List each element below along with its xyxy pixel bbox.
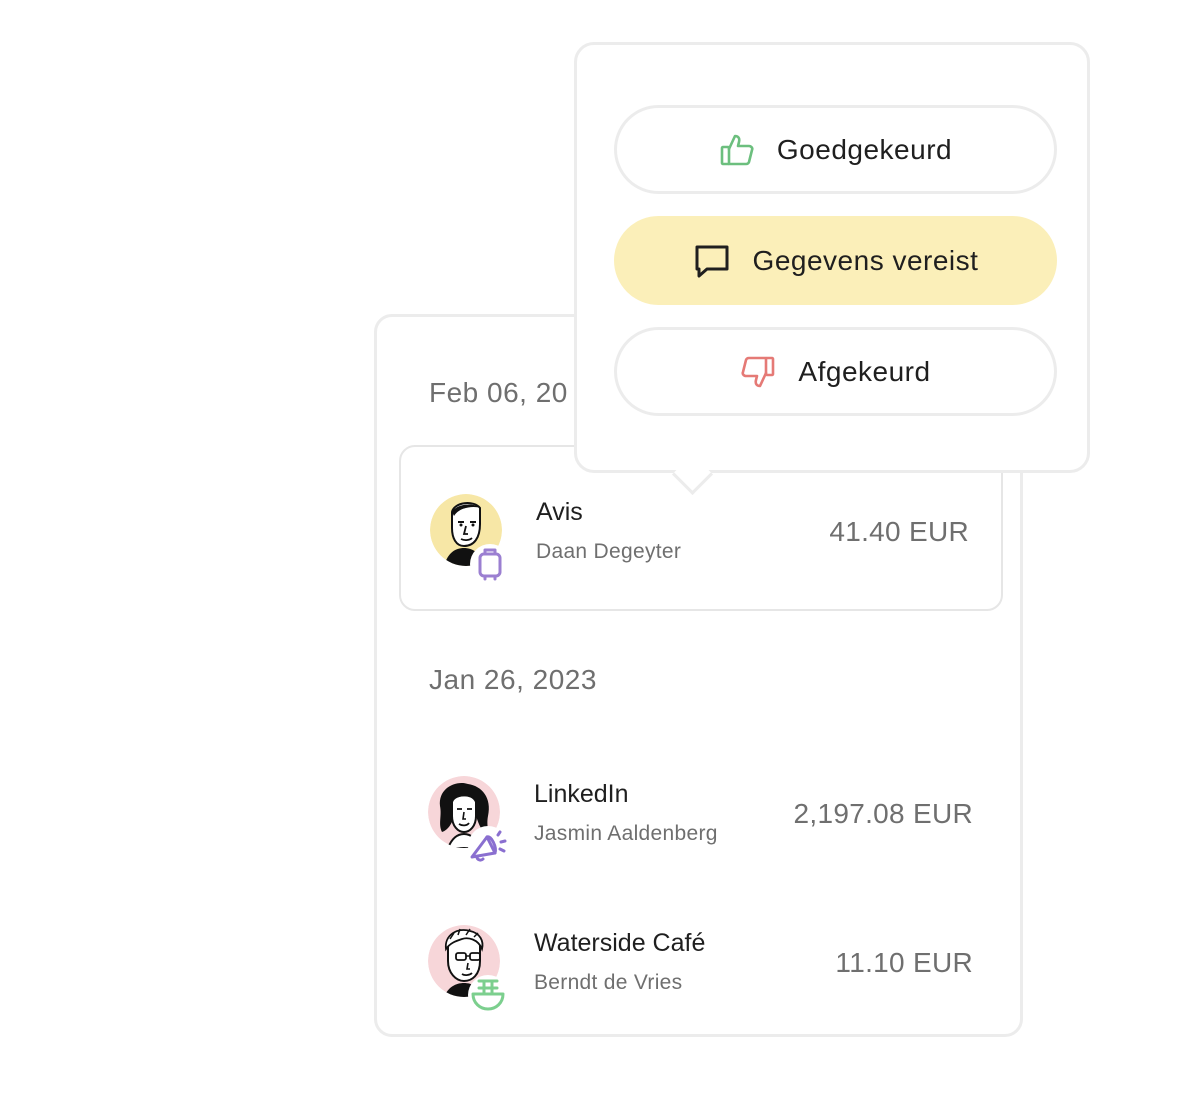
date-heading: Jan 26, 2023 — [429, 664, 597, 695]
info-required-button[interactable]: Gegevens vereist — [614, 216, 1057, 305]
transaction-amount: 11.10 EUR — [835, 947, 973, 978]
info-required-label: Gegevens vereist — [752, 244, 979, 276]
date-heading: Feb 06, 20 — [429, 377, 568, 408]
avatar-group — [428, 776, 508, 866]
approved-button[interactable]: Goedgekeurd — [614, 105, 1057, 194]
employee-name: Daan Degeyter — [536, 540, 682, 563]
rejected-button[interactable]: Afgekeurd — [614, 327, 1057, 416]
rejected-label: Afgekeurd — [798, 355, 931, 387]
approved-label: Goedgekeurd — [776, 133, 953, 165]
transaction-amount: 2,197.08 EUR — [793, 798, 973, 829]
merchant-name: Avis — [536, 498, 583, 526]
employee-name: Berndt de Vries — [534, 971, 683, 994]
transaction-amount: 41.40 EUR — [829, 516, 969, 547]
thumbs-up-icon — [719, 132, 755, 168]
merchant-name: LinkedIn — [534, 780, 629, 808]
avatar-group — [428, 925, 508, 1015]
transaction-row-waterside-cafe[interactable]: Waterside Café Berndt de Vries 11.10 EUR — [399, 878, 1003, 1044]
food-bowl-icon — [468, 975, 508, 1015]
suitcase-icon — [470, 544, 510, 584]
thumbs-down-icon — [740, 354, 776, 390]
status-popover: Goedgekeurd Gegevens vereist Afgekeurd — [574, 42, 1090, 473]
merchant-name: Waterside Café — [534, 929, 706, 957]
message-icon — [693, 243, 731, 279]
megaphone-icon — [468, 826, 508, 866]
transaction-row-linkedin[interactable]: LinkedIn Jasmin Aaldenberg 2,197.08 EUR — [399, 729, 1003, 895]
employee-name: Jasmin Aaldenberg — [534, 822, 718, 845]
avatar-group — [430, 494, 510, 584]
